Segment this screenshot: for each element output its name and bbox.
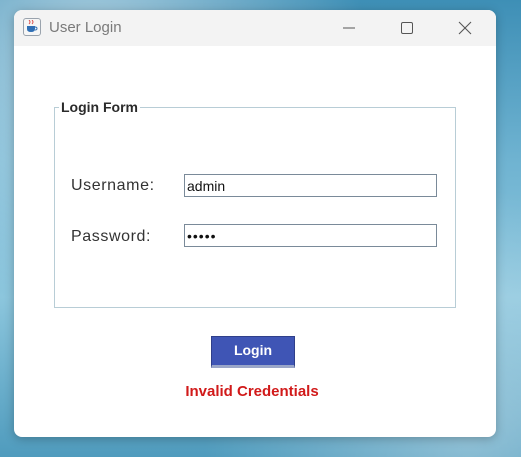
title-bar[interactable]: User Login xyxy=(14,10,496,46)
login-window: User Login Login Form Username: Password… xyxy=(14,10,496,437)
java-coffee-cup-icon xyxy=(23,18,41,36)
minimize-icon xyxy=(343,27,355,29)
status-message: Invalid Credentials xyxy=(185,383,319,400)
minimize-button[interactable] xyxy=(320,10,378,46)
username-field[interactable] xyxy=(184,174,437,197)
password-label: Password: xyxy=(71,228,152,245)
maximize-icon xyxy=(401,22,413,34)
password-field[interactable] xyxy=(184,224,437,247)
maximize-button[interactable] xyxy=(378,10,436,46)
username-label: Username: xyxy=(71,177,155,194)
close-button[interactable] xyxy=(436,10,494,46)
window-title: User Login xyxy=(49,19,122,36)
login-button[interactable]: Login xyxy=(211,336,295,368)
login-form-group xyxy=(54,107,456,308)
close-icon xyxy=(458,21,472,35)
login-form-legend: Login Form xyxy=(59,99,140,115)
